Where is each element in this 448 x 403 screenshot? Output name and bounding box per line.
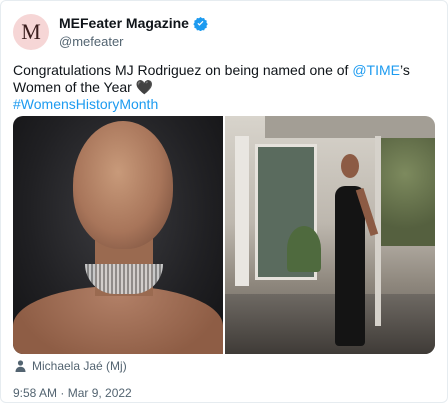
display-name[interactable]: MEFeater Magazine bbox=[59, 15, 189, 31]
timestamp[interactable]: 9:58 AM · Mar 9, 2022 bbox=[13, 386, 132, 400]
verified-badge-icon bbox=[193, 16, 208, 31]
author-name-row[interactable]: MEFeater Magazine bbox=[59, 15, 208, 31]
photo-ceiling bbox=[265, 116, 435, 138]
photo-credit-name: Michaela Jaé (Mj) bbox=[32, 359, 127, 373]
photo-window-frame bbox=[235, 136, 249, 286]
photo-plant bbox=[287, 226, 321, 272]
handle[interactable]: @mefeater bbox=[59, 34, 124, 49]
avatar[interactable]: M bbox=[13, 14, 49, 50]
media-grid bbox=[13, 116, 435, 354]
tweet-text-part: Congratulations MJ Rodriguez on being na… bbox=[13, 62, 353, 78]
tweet-card: M MEFeater Magazine @mefeater Congratula… bbox=[0, 0, 448, 403]
photo-trees bbox=[375, 126, 435, 246]
full-length-photo[interactable] bbox=[225, 116, 435, 354]
portrait-photo[interactable] bbox=[13, 116, 223, 354]
person-icon bbox=[15, 360, 26, 372]
mention-link[interactable]: @TIME bbox=[352, 62, 400, 78]
tweet-text: Congratulations MJ Rodriguez on being na… bbox=[13, 62, 433, 113]
photo-shoulders bbox=[13, 286, 223, 354]
photo-person bbox=[335, 186, 365, 346]
photo-floor bbox=[225, 294, 435, 354]
photo-credit[interactable]: Michaela Jaé (Mj) bbox=[15, 359, 127, 373]
photo-person-head bbox=[341, 154, 359, 178]
photo-head bbox=[73, 121, 173, 249]
hashtag-link[interactable]: #WomensHistoryMonth bbox=[13, 96, 158, 112]
avatar-letter: M bbox=[21, 19, 41, 44]
